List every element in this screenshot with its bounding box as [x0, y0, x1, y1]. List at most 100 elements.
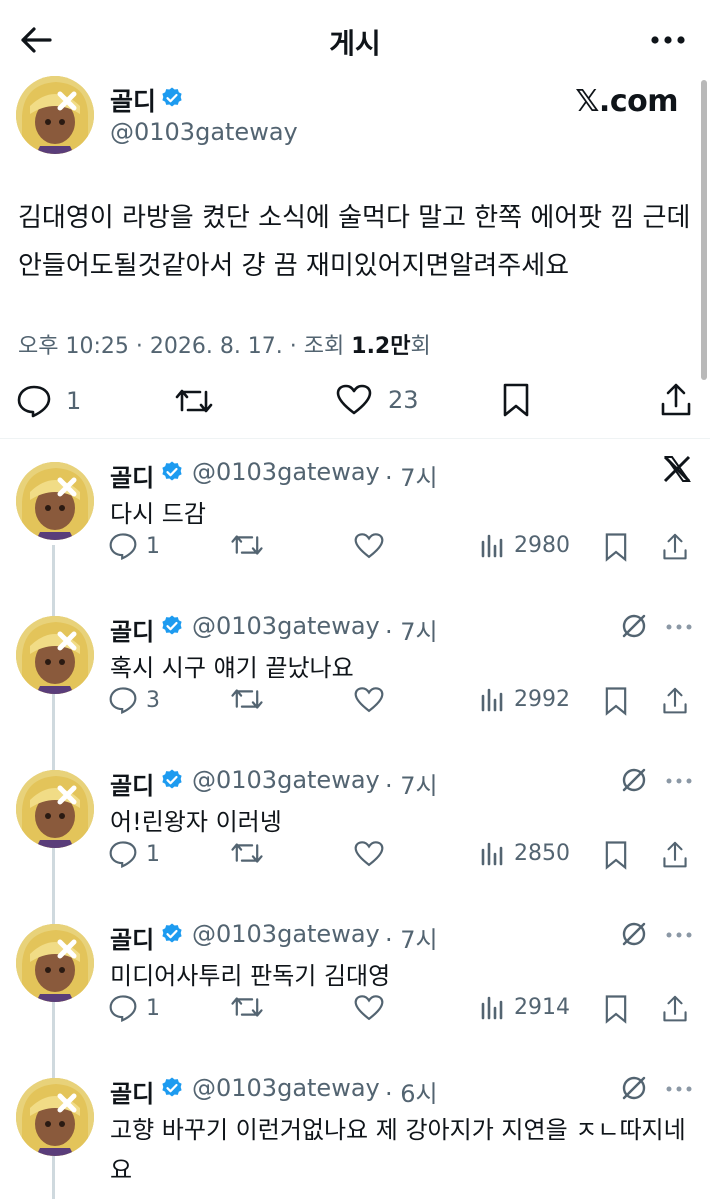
bookmark-icon — [503, 383, 529, 417]
more-horizontal-icon[interactable] — [666, 1086, 692, 1092]
reply-button[interactable]: 1 — [108, 994, 160, 1022]
views-chart-icon — [481, 996, 503, 1020]
avatar-image — [16, 770, 94, 848]
reply-text: 어!린왕자 이러넹 — [110, 808, 282, 836]
reply-icon — [109, 841, 137, 868]
grok-icon[interactable] — [620, 1074, 648, 1102]
author-handle[interactable]: @0103gateway — [110, 118, 298, 146]
author-handle[interactable]: @0103gateway — [192, 458, 380, 486]
author-name[interactable]: 골디 — [110, 920, 154, 955]
bookmark-button[interactable] — [604, 532, 628, 562]
share-icon — [663, 533, 687, 560]
like-button[interactable] — [354, 840, 384, 868]
grok-icon[interactable] — [620, 612, 648, 640]
heart-icon — [354, 687, 384, 713]
grok-icon[interactable] — [620, 920, 648, 948]
reply-button[interactable]: 1 — [108, 532, 160, 560]
source-badge: 𝕏.com — [575, 84, 678, 119]
reply-icon — [109, 995, 137, 1022]
views-button[interactable]: 2980 — [480, 532, 570, 558]
share-button[interactable] — [662, 686, 688, 716]
scrollbar-thumb[interactable] — [701, 80, 707, 380]
avatar-image — [16, 76, 94, 154]
reply-actions: 1 2850 — [0, 840, 710, 880]
bookmark-button[interactable] — [604, 840, 628, 870]
tweet-meta: 오후 10:25 · 2026. 8. 17. · 조회 1.2만회 — [18, 328, 431, 360]
author-name[interactable]: 골디 — [110, 766, 154, 801]
bookmark-button[interactable] — [502, 382, 530, 418]
views-button[interactable]: 2850 — [480, 840, 570, 866]
reply-text: 고향 바꾸기 이런거없나요 제 강아지가 지연을 ㅈㄴ따지네요 — [110, 1116, 686, 1184]
views-chart-icon — [481, 688, 503, 712]
reply-icon — [17, 385, 51, 418]
avatar[interactable] — [16, 616, 94, 694]
reply-actions: 1 2980 — [0, 532, 710, 572]
author-name[interactable]: 골디 — [110, 82, 156, 118]
repost-icon — [231, 997, 263, 1017]
reply-actions: 1 2914 — [0, 994, 710, 1034]
author-handle[interactable]: @0103gateway — [192, 612, 380, 640]
view-count: 2980 — [514, 532, 570, 558]
more-horizontal-icon[interactable] — [666, 624, 692, 630]
share-button[interactable] — [662, 840, 688, 870]
post-time[interactable]: · 7시 — [385, 458, 438, 493]
author-handle[interactable]: @0103gateway — [192, 1074, 380, 1102]
avatar[interactable] — [16, 462, 94, 540]
share-button[interactable] — [662, 532, 688, 562]
share-button[interactable] — [662, 994, 688, 1024]
bookmark-button[interactable] — [604, 994, 628, 1024]
reply-text: 미디어사투리 판독기 김대영 — [110, 962, 391, 990]
top-bar: 게시 — [0, 0, 710, 80]
avatar[interactable] — [16, 1078, 94, 1156]
verified-badge-icon — [162, 769, 182, 789]
tweet-actions: 1 23 — [0, 380, 710, 430]
avatar[interactable] — [16, 924, 94, 1002]
post-time[interactable]: · 7시 — [385, 920, 438, 955]
x-logo-icon — [663, 455, 691, 483]
more-button[interactable] — [646, 20, 690, 60]
like-button[interactable] — [354, 686, 384, 714]
tweet-text: 김대영이 라방을 켰단 소식에 술먹다 말고 한쪽 에어팟 낌 근데 안들어도될… — [18, 203, 691, 281]
avatar[interactable] — [16, 76, 94, 154]
reply-icon — [109, 687, 137, 714]
view-count: 1.2만 — [351, 334, 411, 359]
repost-button[interactable] — [230, 686, 264, 712]
author-name[interactable]: 골디 — [110, 1074, 154, 1109]
repost-icon — [175, 389, 213, 413]
bookmark-icon — [605, 687, 627, 716]
repost-button[interactable] — [230, 840, 264, 866]
like-button[interactable]: 23 — [336, 384, 419, 416]
grok-icon[interactable] — [620, 766, 648, 794]
author-handle[interactable]: @0103gateway — [192, 920, 380, 948]
author-handle[interactable]: @0103gateway — [192, 766, 380, 794]
view-count: 2914 — [514, 994, 570, 1020]
like-count: 23 — [388, 386, 419, 414]
more-horizontal-icon[interactable] — [666, 932, 692, 938]
more-horizontal-icon[interactable] — [666, 778, 692, 784]
like-button[interactable] — [354, 994, 384, 1022]
share-icon — [663, 687, 687, 714]
reply-button[interactable]: 1 — [108, 840, 160, 868]
views-button[interactable]: 2992 — [480, 686, 570, 712]
avatar-image — [16, 616, 94, 694]
view-suffix: 회 — [410, 334, 431, 359]
post-time[interactable]: · 7시 — [385, 766, 438, 801]
share-button[interactable] — [660, 382, 692, 418]
repost-button[interactable] — [230, 994, 264, 1020]
like-button[interactable] — [354, 532, 384, 560]
views-button[interactable]: 2914 — [480, 994, 570, 1020]
repost-button[interactable] — [174, 386, 214, 416]
avatar[interactable] — [16, 770, 94, 848]
post-time[interactable]: · 7시 — [385, 612, 438, 647]
heart-icon — [354, 841, 384, 867]
reply-button[interactable]: 1 — [16, 384, 81, 418]
post-time[interactable]: · 6시 — [385, 1074, 438, 1109]
avatar-image — [16, 462, 94, 540]
more-horizontal-icon — [651, 36, 685, 44]
reply-button[interactable]: 3 — [108, 686, 160, 714]
repost-button[interactable] — [230, 532, 264, 558]
author-name[interactable]: 골디 — [110, 458, 154, 493]
author-name[interactable]: 골디 — [110, 612, 154, 647]
repost-icon — [231, 535, 263, 555]
bookmark-button[interactable] — [604, 686, 628, 716]
